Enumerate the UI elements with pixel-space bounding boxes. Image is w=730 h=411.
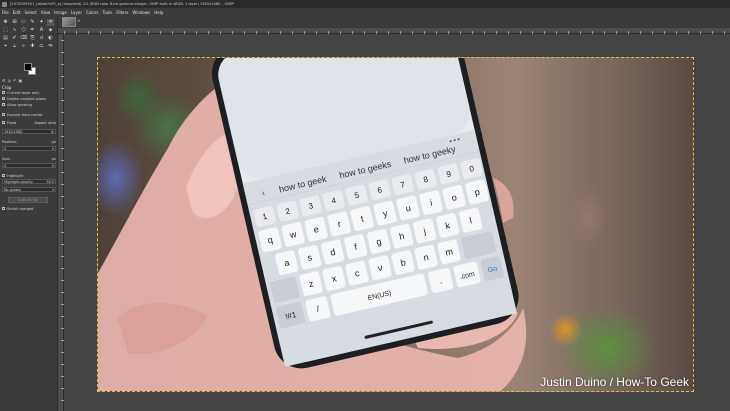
allow-growing-option[interactable]: Allow growing (2, 102, 56, 107)
aspect-orientation-icon[interactable]: ⇅ (51, 130, 54, 134)
perspective-icon[interactable]: ⏢ (38, 43, 45, 50)
image-layer[interactable]: ‹ ••• how to geek how to geeks how to ge… (97, 57, 694, 392)
size-width-value[interactable]: 0 (4, 164, 6, 168)
shrink-merged-label: Shrink merged (7, 206, 34, 211)
flip-icon[interactable]: ⇋ (47, 43, 54, 50)
image-tabs-bar: × (58, 16, 730, 28)
aspect-ratio-field[interactable]: 1920:1080 ⇅ (2, 129, 56, 134)
measure-icon[interactable]: ⟂ (11, 43, 18, 50)
tool-options-tab-icon[interactable]: ⚙ (2, 78, 6, 84)
unified-transform-icon[interactable]: ⬚ (2, 27, 9, 34)
size-label: Size: (2, 156, 11, 161)
position-row: Position: px (2, 139, 56, 144)
fixed-label: Fixed (7, 120, 17, 125)
color-swatches[interactable] (24, 63, 38, 75)
cage-icon[interactable]: ⬡ (20, 27, 27, 34)
delete-cropped-checkbox[interactable] (2, 97, 5, 100)
guides-value[interactable]: No guides (4, 188, 21, 192)
smudge-icon[interactable]: ☌ (38, 35, 45, 42)
guides-dropdown-icon[interactable]: ▾ (52, 188, 54, 192)
menu-view[interactable]: View (41, 10, 51, 15)
undo-history-tab-icon[interactable]: ↶ (13, 78, 16, 84)
menu-windows[interactable]: Windows (132, 10, 150, 15)
free-select-icon[interactable]: ✎ (29, 19, 36, 26)
expand-from-center-option[interactable]: Expand from center (2, 112, 56, 117)
menu-edit[interactable]: Edit (13, 10, 21, 15)
shrink-merged-checkbox[interactable] (2, 207, 5, 210)
warp-icon[interactable]: ∿ (11, 27, 18, 34)
highlight-opacity-label: Highlight opacity (4, 179, 33, 184)
fixed-mode-select[interactable]: Aspect ratio (34, 121, 56, 125)
tool-options-tabs: ⚙ ◎ ↶ ▣ (0, 78, 58, 84)
menu-colors[interactable]: Colors (86, 10, 99, 15)
gradient-icon[interactable]: ▤ (2, 35, 9, 42)
size-height-value[interactable]: 0 (52, 164, 54, 168)
title-bar: [1470009501_Lebbe?e05_e] (imported)-3.0 … (0, 0, 730, 8)
highlight-checkbox[interactable] (2, 174, 5, 177)
menu-file[interactable]: File (2, 10, 9, 15)
shrink-merged-option[interactable]: Shrink merged (2, 206, 56, 211)
current-layer-only-checkbox[interactable] (2, 91, 5, 94)
text-icon[interactable]: A (38, 27, 45, 34)
color-picker-icon[interactable]: ⌖ (2, 43, 9, 50)
highlight-opacity-slider[interactable]: Highlight opacity 50.0 (2, 179, 56, 184)
paths-icon[interactable]: ✒ (29, 27, 36, 34)
fuzzy-select-icon[interactable]: ✦ (38, 19, 45, 26)
menu-tools[interactable]: Tools (103, 10, 113, 15)
foreground-color-swatch[interactable] (24, 63, 32, 71)
position-field[interactable]: 0 0 (2, 146, 56, 151)
window-title: [1470009501_Lebbe?e05_e] (imported)-3.0 … (10, 2, 234, 6)
dodge-burn-icon[interactable]: ◐ (47, 35, 54, 42)
current-layer-only-label: Current layer only (7, 90, 40, 95)
fixed-option[interactable]: Fixed Aspect ratio (2, 120, 56, 125)
gimp-app-icon (2, 1, 7, 7)
expand-from-center-label: Expand from center (7, 112, 43, 117)
aspect-ratio-value[interactable]: 1920:1080 (4, 130, 22, 134)
highlight-label: Highlight (7, 173, 24, 178)
menu-help[interactable]: Help (154, 10, 163, 15)
menu-layer[interactable]: Layer (71, 10, 82, 15)
image-tab-close-icon[interactable]: × (77, 19, 81, 23)
size-row: Size: px (2, 156, 56, 161)
highlight-option[interactable]: Highlight (2, 173, 56, 178)
position-unit-select[interactable]: px (52, 140, 56, 144)
move-icon[interactable]: ✥ (2, 19, 9, 26)
position-x-value[interactable]: 0 (4, 147, 6, 151)
auto-shrink-label: Auto Shrink (18, 198, 38, 202)
delete-cropped-label: Delete cropped pixels (7, 96, 47, 101)
allow-growing-checkbox[interactable] (2, 103, 5, 106)
image-tab-thumbnail[interactable] (62, 17, 76, 27)
images-tab-icon[interactable]: ▣ (18, 78, 22, 84)
guides-select[interactable]: No guides ▾ (2, 187, 56, 192)
photo-illustration: ‹ ••• how to geek how to geeks how to ge… (98, 58, 527, 391)
menu-bar: File Edit Select View Image Layer Colors… (0, 8, 730, 16)
tool-grid: ✥ ⊞ ▭ ✎ ✦ ⌗ ⬚ ∿ ⬡ ✒ A ◈ ▤ ✐ ⌫ ⎘ ☌ ◐ ⌖ ⟂ ⌕ ✚ ⏢ ⇋ (2, 19, 56, 50)
rect-select-icon[interactable]: ▭ (20, 19, 27, 26)
eraser-icon[interactable]: ⌫ (20, 35, 27, 42)
menu-filters[interactable]: Filters (116, 10, 128, 15)
size-unit-select[interactable]: px (52, 157, 56, 161)
size-field[interactable]: 0 0 (2, 163, 56, 168)
clone-icon[interactable]: ⎘ (29, 35, 36, 42)
paintbrush-icon[interactable]: ✐ (11, 35, 18, 42)
menu-image[interactable]: Image (54, 10, 67, 15)
delete-cropped-option[interactable]: Delete cropped pixels (2, 96, 56, 101)
toolbox-panel: ✥ ⊞ ▭ ✎ ✦ ⌗ ⬚ ∿ ⬡ ✒ A ◈ ▤ ✐ ⌫ ⎘ ☌ ◐ ⌖ ⟂ ⌕ ✚ ⏢ ⇋ ⚙ ◎ ↶ ▣ Crop Cu… (0, 16, 58, 411)
fixed-checkbox[interactable] (2, 121, 5, 124)
photo-credit: Justin Duino / How-To Geek (540, 375, 689, 389)
expand-from-center-checkbox[interactable] (2, 113, 5, 116)
menu-select[interactable]: Select (24, 10, 36, 15)
zoom-icon[interactable]: ⌕ (20, 43, 27, 50)
allow-growing-label: Allow growing (7, 102, 33, 107)
align-icon[interactable]: ⊞ (11, 19, 18, 26)
position-y-value[interactable]: 0 (52, 147, 54, 151)
position-label: Position: (2, 139, 18, 144)
current-layer-only-option[interactable]: Current layer only (2, 90, 56, 95)
device-status-tab-icon[interactable]: ◎ (8, 78, 12, 84)
highlight-opacity-value[interactable]: 50.0 (46, 180, 54, 184)
heal-icon[interactable]: ✚ (29, 43, 36, 50)
bucket-fill-icon[interactable]: ◈ (47, 27, 54, 34)
auto-shrink-button[interactable]: Auto Shrink (8, 197, 48, 203)
crop-icon[interactable]: ⌗ (47, 19, 54, 26)
